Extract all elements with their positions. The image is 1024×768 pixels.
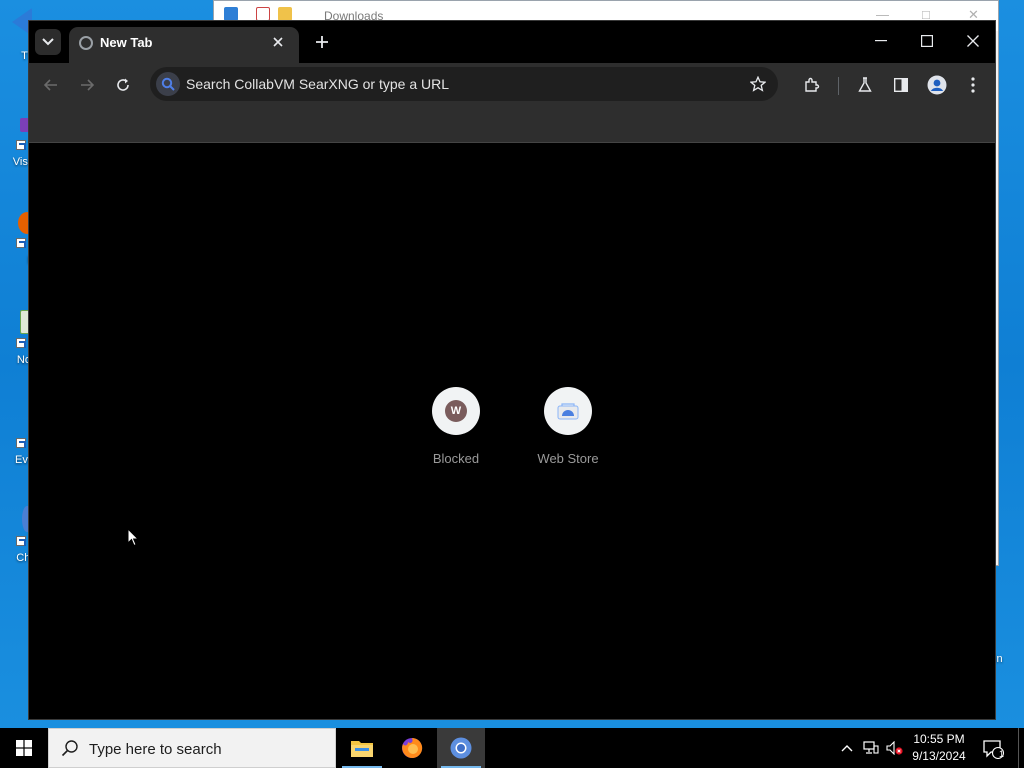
show-hidden-icons-button[interactable]	[838, 739, 856, 757]
back-button[interactable]	[37, 71, 65, 99]
download-icon	[224, 7, 238, 21]
minimize-icon	[875, 40, 887, 42]
close-window-button[interactable]	[955, 28, 991, 54]
shortcut-tile-icon	[544, 387, 592, 435]
search-icon	[61, 740, 78, 757]
back-arrow-icon	[44, 79, 57, 91]
more-menu-icon	[971, 77, 975, 93]
chevron-up-icon	[841, 745, 853, 752]
forward-button[interactable]	[73, 71, 101, 99]
desktop-icon-th[interactable]: Th	[4, 8, 34, 70]
network-tray-button[interactable]	[862, 739, 880, 757]
maximize-button[interactable]	[909, 28, 945, 54]
shortcut-arrow-icon	[16, 338, 26, 348]
web-store-icon	[557, 403, 579, 420]
shortcut-tile-label: Web Store	[537, 451, 599, 466]
browser-toolbar	[29, 63, 995, 107]
maximize-icon	[921, 35, 933, 47]
action-center-button[interactable]: 1	[980, 736, 1006, 762]
volume-muted-icon	[886, 741, 903, 755]
chevron-down-icon	[42, 38, 54, 46]
shortcut-tile-label: Blocked	[432, 451, 480, 466]
close-icon	[273, 37, 283, 47]
tab-title: New Tab	[100, 35, 153, 50]
shortcut-tile-web-store[interactable]: Web Store	[528, 387, 608, 466]
taskbar: Type here to search 10:55 PM 9/13/2024 1	[0, 728, 1024, 768]
bookmarks-bar	[29, 107, 995, 143]
start-button[interactable]	[0, 728, 48, 768]
folder-icon	[278, 7, 292, 21]
new-tab-page: W Blocked Web Store	[29, 143, 995, 719]
shortcut-arrow-icon	[16, 238, 26, 248]
show-desktop-button[interactable]	[1018, 728, 1024, 768]
clock-time: 10:55 PM	[913, 732, 965, 746]
taskbar-clock[interactable]: 10:55 PM 9/13/2024	[906, 731, 972, 765]
shortcut-tile-blocked[interactable]: W Blocked	[416, 387, 496, 466]
omnibox[interactable]	[150, 67, 778, 101]
desktop-icon-visual[interactable]: Visu	[4, 118, 34, 180]
globe-icon	[79, 36, 93, 50]
omnibox-input[interactable]	[186, 67, 726, 101]
more-menu-button[interactable]	[959, 71, 987, 99]
extensions-button[interactable]	[798, 71, 826, 99]
network-icon	[863, 741, 879, 754]
firefox-icon	[402, 737, 423, 758]
chrome-window: New Tab Search CollabVM SearXNG or type …	[28, 20, 996, 720]
notification-count: 1	[999, 749, 1005, 759]
new-tab-button[interactable]	[308, 28, 336, 56]
plus-icon	[316, 36, 328, 48]
taskbar-search-placeholder: Type here to search	[89, 741, 222, 758]
mouse-cursor-icon	[127, 528, 139, 547]
close-icon	[967, 35, 979, 47]
shortcut-arrow-icon	[16, 438, 26, 448]
clock-date: 9/13/2024	[912, 749, 966, 763]
checklist-icon	[256, 7, 270, 21]
windows-logo-icon	[16, 740, 32, 756]
search-engine-icon	[156, 72, 180, 96]
tab-close-button[interactable]	[267, 31, 289, 53]
labs-flask-icon	[858, 77, 872, 92]
extensions-icon	[805, 77, 820, 92]
reload-button[interactable]	[109, 71, 137, 99]
minimize-button[interactable]	[863, 28, 899, 54]
forward-arrow-icon	[81, 79, 94, 91]
desktop-icon-notepad[interactable]: Not	[4, 310, 34, 372]
desktop-icon-firefox[interactable]: F	[4, 212, 36, 274]
labs-button[interactable]	[851, 71, 879, 99]
taskbar-firefox[interactable]	[388, 728, 436, 768]
side-panel-icon	[894, 78, 908, 92]
file-explorer-icon	[351, 741, 373, 757]
taskbar-chrome[interactable]	[437, 728, 485, 768]
taskbar-file-explorer[interactable]	[338, 728, 386, 768]
w-letter-icon: W	[445, 400, 467, 422]
search-icon	[161, 77, 175, 91]
toolbar-separator	[838, 77, 839, 95]
star-icon	[750, 76, 766, 92]
profile-button[interactable]	[923, 71, 951, 99]
reload-icon	[117, 78, 129, 91]
taskbar-search-box[interactable]: Type here to search	[48, 728, 336, 768]
chrome-titlebar[interactable]: New Tab	[29, 21, 995, 63]
profile-icon	[927, 75, 947, 95]
shortcut-tile-icon: W	[432, 387, 480, 435]
tab-new-tab[interactable]: New Tab	[69, 27, 299, 63]
bookmark-star-button[interactable]	[746, 72, 770, 96]
desktop-icon-chrome[interactable]: Chr	[4, 506, 34, 568]
desktop-icon-event[interactable]: Eve	[4, 432, 34, 494]
chrome-icon	[450, 737, 472, 759]
tab-search-button[interactable]	[35, 29, 61, 55]
shortcut-arrow-icon	[16, 536, 26, 546]
shortcut-arrow-icon	[16, 140, 26, 150]
side-panel-button[interactable]	[887, 71, 915, 99]
volume-tray-button[interactable]	[886, 739, 904, 757]
